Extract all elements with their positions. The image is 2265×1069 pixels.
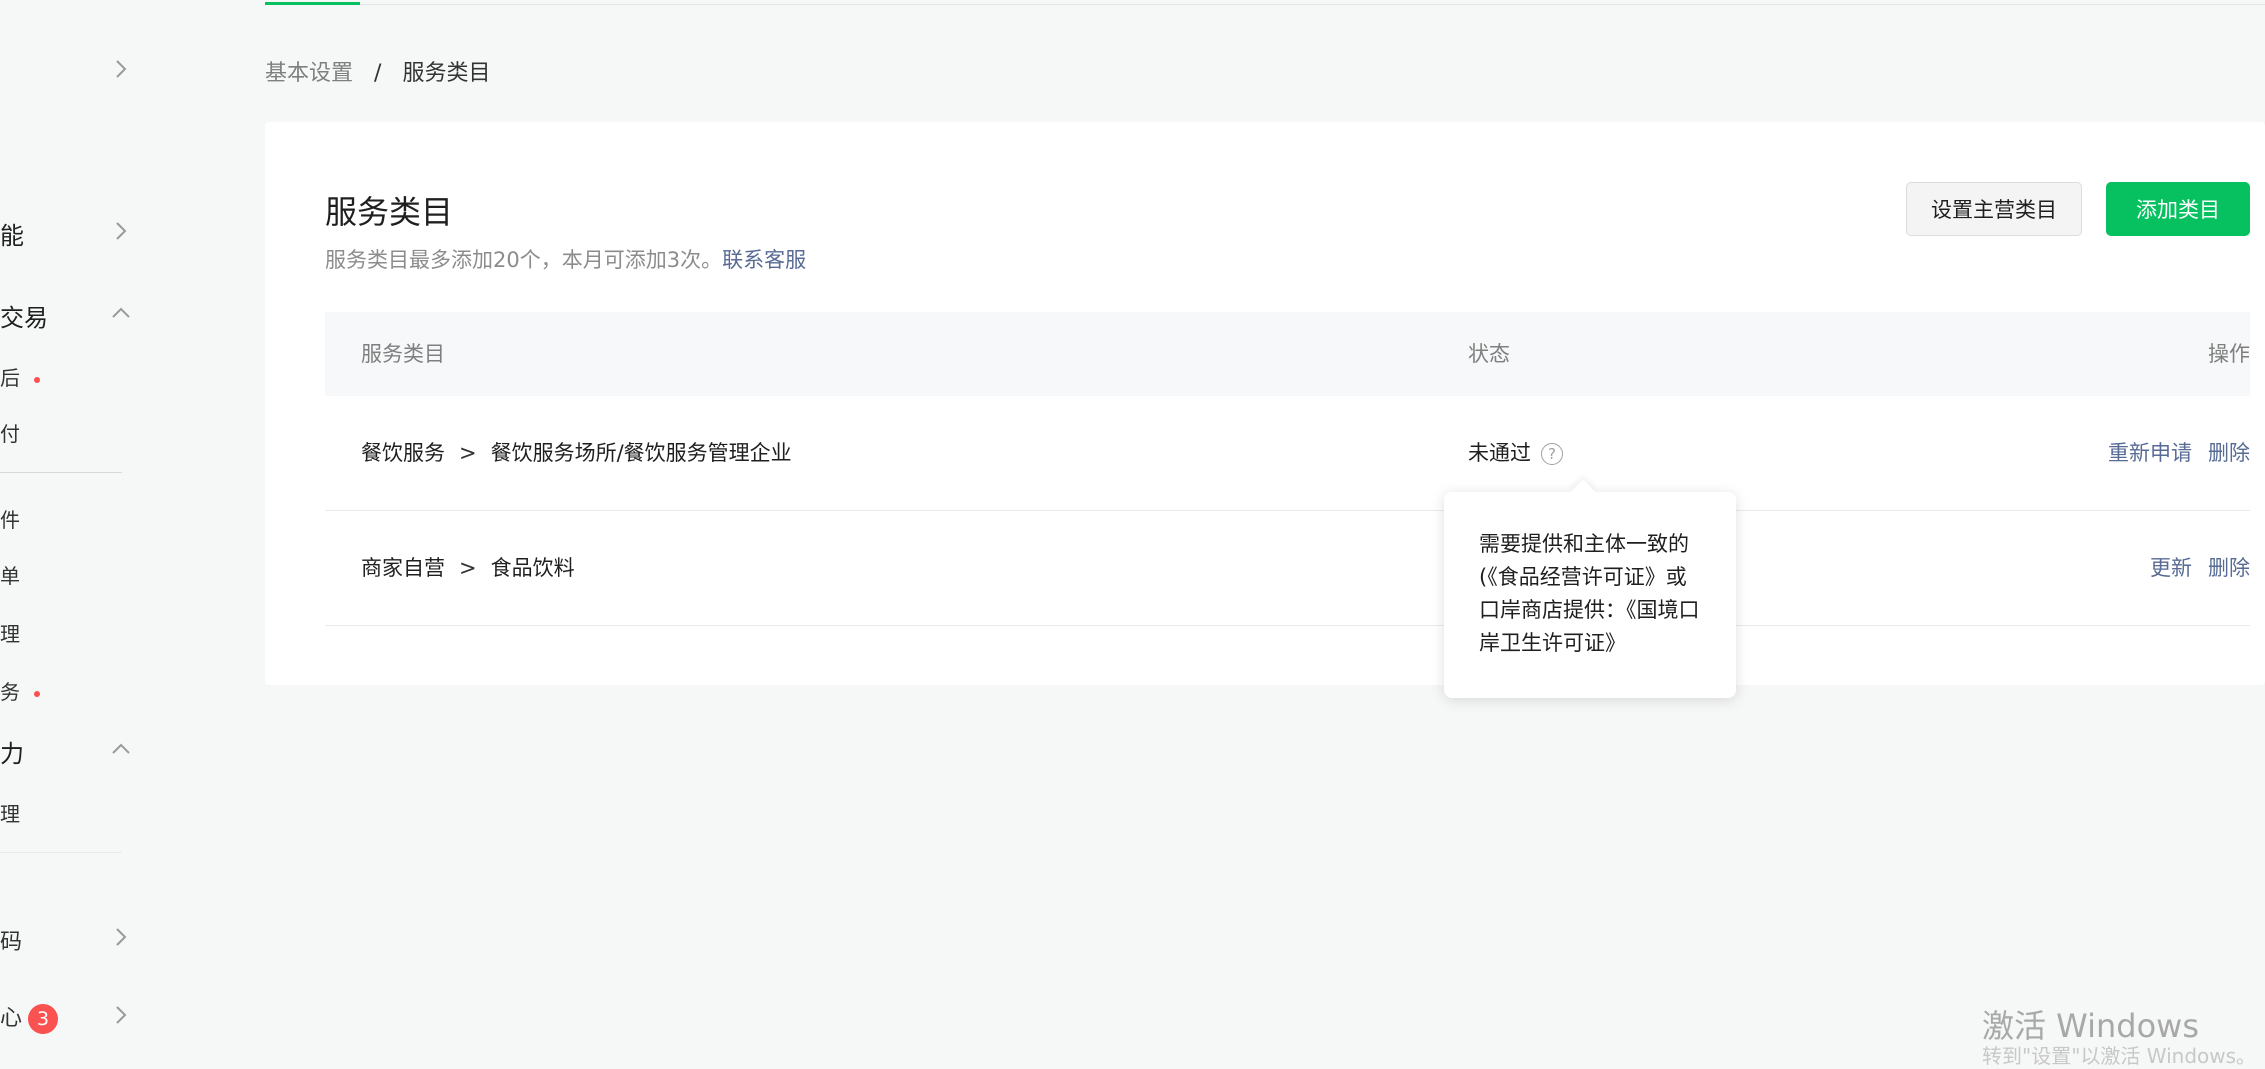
sidebar-item-1[interactable]: 交易 [0,298,48,333]
breadcrumb-parent-link[interactable]: 基本设置 [265,61,353,86]
sidebar-subitem[interactable]: 理 [0,798,20,827]
active-tab-indicator [265,2,360,5]
sidebar-subitem[interactable]: 付 [0,418,20,447]
header-category: 服务类目 [361,342,445,366]
set-main-category-button[interactable]: 设置主营类目 [1906,182,2082,236]
sidebar-item-3[interactable]: 码 [0,924,22,956]
reapply-link[interactable]: 重新申请 [2108,441,2192,465]
table-row: 餐饮服务 > 餐饮服务场所/餐饮服务管理企业 未通过? 重新申请 删除 [325,396,2250,511]
sidebar-subitem[interactable]: 理 [0,618,20,647]
page-description: 服务类目最多添加20个，本月可添加3次。联系客服 [325,248,807,272]
chevron-right-icon[interactable] [108,56,134,82]
category-path: 餐饮服务 > 餐饮服务场所/餐饮服务管理企业 [361,441,792,465]
service-category-card: 服务类目 服务类目最多添加20个，本月可添加3次。联系客服 设置主营类目 添加类… [265,122,2265,685]
status-tooltip: 需要提供和主体一致的(《食品经营许可证》或口岸商店提供：《国境口岸卫生许可证》 [1444,479,1736,698]
windows-activation-subtitle: 转到"设置"以激活 Windows。 [1982,1044,2257,1068]
sidebar-subitem[interactable]: 单 [0,560,20,589]
sidebar-divider [0,852,122,853]
chevron-right-icon[interactable] [108,218,134,244]
table-row: 商家自营 > 食品饮料 更新 删除 [325,511,2250,626]
contact-support-link[interactable]: 联系客服 [722,248,806,272]
notification-dot [34,690,40,697]
notification-dot [34,376,40,383]
breadcrumb: 基本设置 / 服务类目 [265,55,490,87]
question-circle-icon[interactable]: ? [1541,443,1563,465]
category-path: 商家自营 > 食品饮料 [361,556,575,580]
header-actions: 操作 [2208,342,2250,366]
table-header: 服务类目 状态 操作 [325,312,2250,396]
sidebar-subitem[interactable]: 后 [0,362,40,391]
add-category-button[interactable]: 添加类目 [2106,182,2250,236]
chevron-up-icon[interactable] [108,736,134,762]
delete-link[interactable]: 删除 [2208,441,2250,465]
chevron-right-icon[interactable] [108,924,134,950]
chevron-right-icon[interactable] [108,1002,134,1028]
tooltip-text: 需要提供和主体一致的(《食品经营许可证》或口岸商店提供：《国境口岸卫生许可证》 [1479,532,1700,655]
breadcrumb-current: 服务类目 [402,61,491,86]
category-table: 服务类目 状态 操作 餐饮服务 > 餐饮服务场所/餐饮服务管理企业 未通过? 重新申… [325,312,2250,626]
sidebar-item-4[interactable]: 心3 [0,1000,59,1034]
sidebar-divider [0,472,122,473]
update-link[interactable]: 更新 [2150,556,2192,580]
page-title: 服务类目 [325,193,454,231]
sidebar-subitem[interactable]: 件 [0,504,20,533]
notification-badge: 3 [28,1004,59,1034]
delete-link[interactable]: 删除 [2208,556,2250,580]
actions-cell: 更新 删除 [2134,511,2250,625]
breadcrumb-separator: / [374,61,382,86]
sidebar-item-0[interactable]: 能 [0,216,24,251]
sidebar-item-2[interactable]: 力 [0,734,24,769]
sidebar: 能 交易 后 付 件 单 理 务 力 理 码 心3 [0,0,145,1050]
sidebar-subitem[interactable]: 务 [0,676,40,705]
chevron-up-icon[interactable] [108,300,134,326]
actions-cell: 重新申请 删除 [2092,396,2250,510]
top-tab-border [265,4,2265,5]
status-text: 未通过 [1468,441,1531,465]
header-status: 状态 [1468,342,1510,366]
